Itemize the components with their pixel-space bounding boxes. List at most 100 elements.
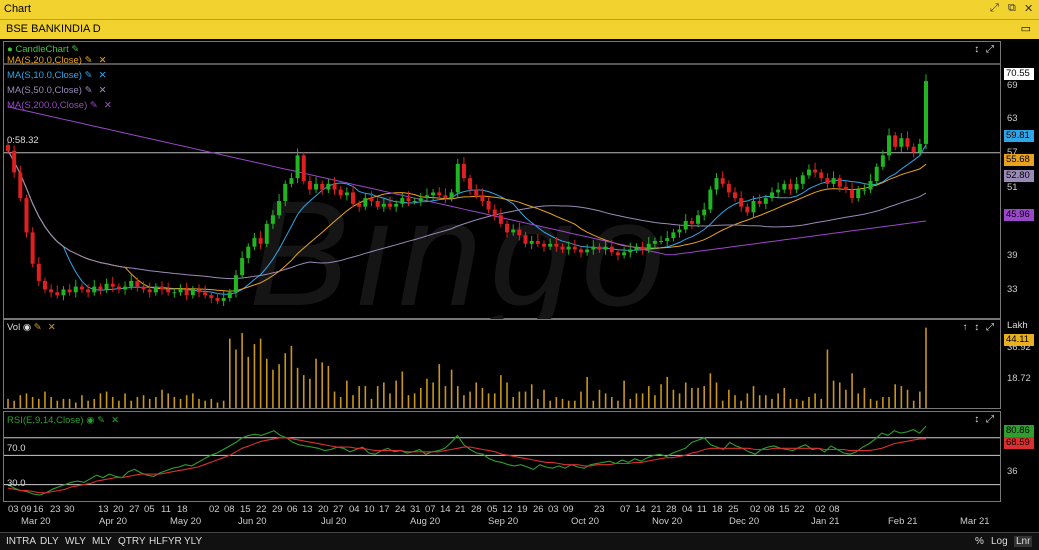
date-tick-day: 15: [779, 504, 790, 515]
price-panel[interactable]: Bingo ● CandleChart ✎ MA(S,20.0,Close) ✎…: [3, 41, 1001, 337]
candle-body: [252, 238, 257, 247]
period-quarterly[interactable]: QTRY: [118, 536, 146, 547]
percent-scale-button[interactable]: %: [975, 536, 984, 547]
legend-ma10[interactable]: MA(S,10.0,Close) ✎ ✕: [7, 70, 107, 81]
remove-icon[interactable]: ✕: [104, 100, 112, 111]
candle-body: [572, 246, 577, 250]
candle-body: [344, 192, 349, 196]
price-axis[interactable]: 70.55 69 63 57 59.81 55.68 52.80 51 45.9…: [1001, 41, 1039, 319]
legend-label: Vol: [7, 322, 21, 333]
candle-body: [634, 246, 639, 250]
rsi-chart[interactable]: [4, 412, 1000, 501]
date-tick-month: Oct 20: [571, 516, 599, 527]
candle-body: [129, 280, 134, 287]
remove-icon[interactable]: ✕: [99, 70, 107, 81]
period-intra[interactable]: INTRA: [6, 536, 36, 547]
window-title-bar: Chart ⤢ ⧉ ✕: [0, 0, 1039, 19]
candle-body: [67, 289, 72, 293]
eye-icon[interactable]: ◉: [23, 322, 31, 333]
bottom-toolbar: INTRA DLY WLY MLY QTRY HLFYR YLY % Log L…: [0, 532, 1039, 550]
candle-body: [794, 183, 799, 190]
volume-axis[interactable]: Lakh 36.92 44.11 18.72: [1001, 319, 1039, 409]
candle-body: [277, 200, 282, 216]
period-weekly[interactable]: WLY: [65, 536, 86, 547]
rsi-panel[interactable]: RSI(E,9,14,Close) ◉ ✎ ✕ 70.0 30.0 ↕ ⤢: [3, 411, 1001, 502]
volume-tick: 18.72: [1007, 373, 1031, 384]
candle-body: [856, 189, 861, 199]
period-monthly[interactable]: MLY: [92, 536, 112, 547]
date-tick-day: 28: [471, 504, 482, 515]
panel-resize-icon[interactable]: ↕ ⤢: [974, 44, 996, 55]
date-tick-day: 14: [440, 504, 451, 515]
edit-pencil-icon[interactable]: ✎: [97, 415, 105, 426]
legend-ma20[interactable]: MA(S,20.0,Close) ✎ ✕: [7, 55, 107, 66]
linear-scale-button[interactable]: Lnr: [1014, 536, 1033, 547]
candle-body: [412, 200, 417, 202]
date-axis[interactable]: 03 09 16 23 30 13 20 27 05 11 18 02 08 15 22 29 06 13 20 27…: [3, 502, 1001, 528]
date-tick-month: Mar 20: [21, 516, 51, 527]
candle-body: [320, 183, 325, 190]
candle-body: [455, 163, 460, 193]
restore-icon[interactable]: ⧉: [1008, 2, 1016, 15]
period-yearly[interactable]: YLY: [184, 536, 202, 547]
edit-pencil-icon[interactable]: ✎: [85, 85, 93, 96]
remove-icon[interactable]: ✕: [111, 415, 119, 426]
volume-chart[interactable]: [4, 320, 1000, 408]
last-price-tag: 70.55: [1004, 68, 1034, 80]
panel-toggle-icon[interactable]: ▭: [1021, 22, 1031, 35]
price-chart[interactable]: [4, 42, 1000, 318]
candle-body: [468, 178, 473, 190]
date-tick-day: 07: [620, 504, 631, 515]
candle-body: [289, 178, 294, 184]
remove-icon[interactable]: ✕: [99, 55, 107, 66]
close-icon[interactable]: ✕: [1024, 2, 1033, 15]
edit-pencil-icon[interactable]: ✎: [90, 100, 98, 111]
period-daily[interactable]: DLY: [40, 536, 59, 547]
legend-rsi[interactable]: RSI(E,9,14,Close) ◉ ✎ ✕: [7, 415, 119, 426]
candle-body: [209, 295, 214, 299]
panel-resize-icon[interactable]: ↕ ⤢: [974, 414, 996, 425]
log-scale-button[interactable]: Log: [991, 536, 1008, 547]
date-tick-day: 04: [682, 504, 693, 515]
candle-body: [831, 178, 836, 184]
rsi-axis[interactable]: 80.86 68.59 36: [1001, 411, 1039, 502]
candle-body: [215, 298, 220, 301]
edit-pencil-icon[interactable]: ✎: [71, 44, 79, 55]
edit-pencil-icon[interactable]: ✎: [85, 70, 93, 81]
date-tick-day: 12: [502, 504, 513, 515]
candle-body: [887, 135, 892, 156]
edit-pencil-icon[interactable]: ✎: [34, 322, 42, 333]
candle-body: [104, 283, 109, 290]
legend-ma50[interactable]: MA(S,50.0,Close) ✎ ✕: [7, 85, 107, 96]
rsi-tick: 36: [1007, 466, 1018, 477]
remove-icon[interactable]: ✕: [99, 85, 107, 96]
legend-vol[interactable]: Vol ◉ ✎ ✕: [7, 322, 56, 333]
date-tick-day: 27: [333, 504, 344, 515]
edit-pencil-icon[interactable]: ✎: [85, 55, 93, 66]
date-tick-day: 05: [487, 504, 498, 515]
candle-body: [548, 243, 553, 247]
candle-body: [394, 203, 399, 207]
maximize-icon[interactable]: ⤢: [990, 2, 999, 15]
legend-candlechart[interactable]: ● CandleChart ✎: [7, 44, 79, 55]
period-halfyearly[interactable]: HLFYR: [149, 536, 182, 547]
eye-icon[interactable]: ◉: [86, 415, 94, 426]
candle-body: [751, 200, 756, 213]
date-tick-day: 10: [364, 504, 375, 515]
candle-body: [776, 189, 781, 193]
candle-body: [147, 289, 152, 293]
volume-panel[interactable]: Vol ◉ ✎ ✕ ↑ ↕ ⤢: [3, 319, 1001, 409]
candle-body: [683, 220, 688, 230]
candle-body: [628, 249, 633, 253]
remove-icon[interactable]: ✕: [48, 322, 56, 333]
date-tick-day: 23: [50, 504, 61, 515]
legend-ma200[interactable]: MA(S,200.0,Close) ✎ ✕: [7, 100, 112, 111]
date-tick-day: 20: [318, 504, 329, 515]
candle-body: [153, 286, 158, 293]
date-tick-day: 22: [794, 504, 805, 515]
rsi-level-70: 70.0: [7, 443, 26, 454]
panel-resize-icon[interactable]: ↑ ↕ ⤢: [962, 322, 996, 333]
date-tick-day: 08: [764, 504, 775, 515]
candle-body: [825, 178, 830, 184]
candle-body: [424, 195, 429, 199]
